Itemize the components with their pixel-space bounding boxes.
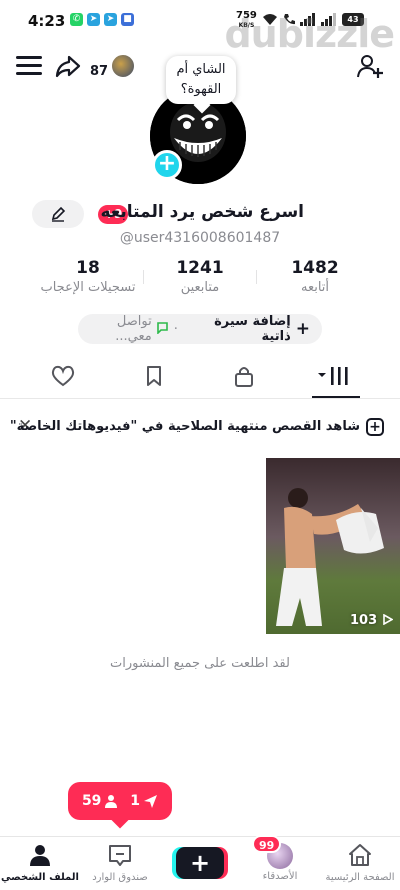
stat-following[interactable]: 1482 أتابعه [260, 258, 370, 295]
stat-likes-number: 18 [76, 258, 100, 278]
stat-following-number: 1482 [291, 258, 339, 278]
tab-saved[interactable] [104, 362, 204, 398]
nav-home[interactable]: الصفحة الرئيسية [320, 843, 400, 883]
home-icon [349, 844, 371, 866]
tab-private[interactable] [194, 362, 294, 398]
nav-home-label: الصفحة الرئيسية [325, 872, 395, 883]
followers-notification: 59 [82, 793, 118, 809]
nav-friends[interactable]: الأصدقاء [240, 843, 320, 882]
visitor-count: 87 [90, 64, 109, 79]
videos-grid-icon [318, 367, 348, 385]
edit-profile-button[interactable] [32, 200, 84, 228]
stat-divider [143, 270, 144, 284]
menu-icon[interactable] [16, 56, 42, 78]
separator-dot: · [173, 321, 178, 337]
add-friend-icon[interactable] [356, 52, 384, 80]
display-name: اسرع شخص يرد المتابعه [100, 202, 304, 222]
plus-icon: + [295, 319, 310, 339]
chat-icon: ■ [121, 13, 134, 26]
add-bio-label[interactable]: إضافة سيرة ذاتية [183, 314, 291, 344]
status-app-icons: ✆ ➤ ➤ ■ [70, 13, 134, 26]
messages-notification-count: 1 [130, 793, 141, 809]
lock-icon [235, 367, 253, 387]
bio-chip[interactable]: + إضافة سيرة ذاتية · تواصل معي... [78, 314, 322, 344]
bottom-navigation: الصفحة الرئيسية الأصدقاء 99 + صندوق الوا… [0, 835, 400, 890]
content-tabs [0, 362, 400, 398]
heart-icon [51, 365, 75, 387]
chat-bubble-icon [156, 321, 169, 337]
play-icon [382, 613, 394, 626]
telegram-icon: ➤ [104, 13, 117, 26]
share-icon[interactable] [54, 52, 82, 80]
username: @user4316008601487 [119, 230, 281, 246]
add-story-icon: + [366, 418, 384, 436]
tab-liked[interactable] [13, 362, 113, 398]
create-button[interactable]: + [176, 847, 224, 879]
profile-icon [30, 845, 50, 866]
add-story-button[interactable]: + [152, 150, 182, 180]
messages-notification: 1 [130, 793, 158, 809]
nav-inbox-label: صندوق الوارد [92, 872, 148, 883]
telegram-icon: ➤ [87, 13, 100, 26]
nav-inbox[interactable]: صندوق الوارد [80, 843, 160, 883]
person-icon [105, 795, 118, 808]
contact-me-label[interactable]: تواصل معي... [78, 314, 151, 344]
stat-divider [256, 270, 257, 284]
friends-badge: 99 [252, 835, 282, 853]
visitor-avatar [110, 52, 137, 79]
video-views-count: 103 [350, 613, 378, 628]
video-thumbnail-image [266, 458, 400, 634]
nav-profile[interactable]: الملف الشخصي [0, 843, 80, 883]
nav-profile-label: الملف الشخصي [1, 872, 79, 883]
whatsapp-icon: ✆ [70, 13, 83, 26]
note-bubble-text: الشاي أم القهوة؟ [176, 62, 226, 97]
stat-likes[interactable]: 18 تسجيلات الإعجاب [33, 258, 143, 295]
expired-stories-banner[interactable]: ✕ شاهد القصص منتهية الصلاحية في "فيديوها… [0, 416, 400, 440]
stat-followers-label: متابعين [180, 280, 220, 295]
stat-following-label: أتابعه [300, 280, 330, 295]
stat-followers[interactable]: 1241 متابعين [145, 258, 255, 295]
inbox-icon [109, 845, 131, 866]
video-thumbnail[interactable]: 103 [266, 458, 400, 634]
status-time: 4:23 [28, 12, 66, 30]
stat-likes-label: تسجيلات الإعجاب [40, 280, 136, 295]
followers-notification-count: 59 [81, 793, 102, 809]
profile-stats: 1482 أتابعه 1241 متابعين 18 تسجيلات الإع… [0, 258, 400, 302]
banner-text: شاهد القصص منتهية الصلاحية في "فيديوهاتك… [9, 419, 360, 434]
name-row: +9 اسرع شخص يرد المتابعه [0, 200, 400, 230]
all-posts-seen-text: لقد اطلعت على جميع المنشورات [110, 656, 290, 671]
video-views: 103 [350, 613, 394, 628]
tab-videos[interactable] [286, 362, 386, 398]
send-icon [144, 794, 158, 808]
bookmark-icon [147, 366, 161, 386]
note-bubble[interactable]: الشاي أم القهوة؟ [166, 56, 236, 104]
activity-notification-pill[interactable]: 59 1 [68, 782, 172, 820]
profile-visitors-button[interactable]: 87 [90, 52, 137, 79]
tabs-divider [0, 398, 400, 399]
stat-followers-number: 1241 [176, 258, 224, 278]
pencil-icon [51, 206, 66, 222]
nav-friends-label: الأصدقاء [262, 871, 298, 882]
